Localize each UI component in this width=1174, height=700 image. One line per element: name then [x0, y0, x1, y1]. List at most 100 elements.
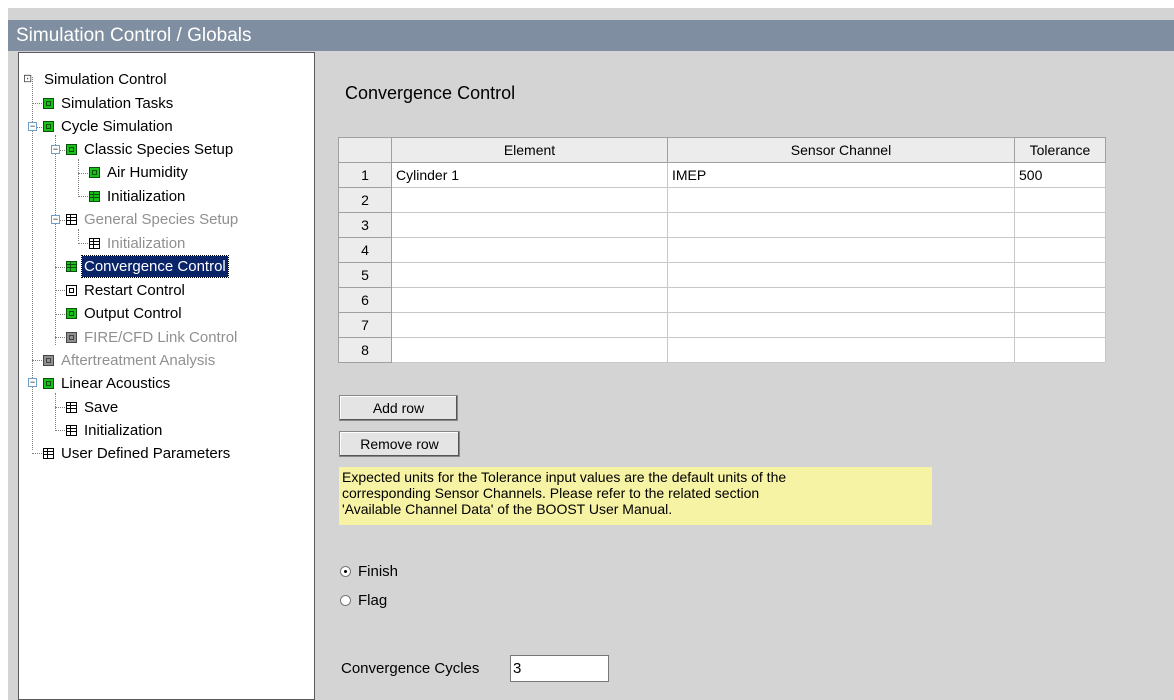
element-cell[interactable]: [391, 237, 668, 263]
tree-item-general-species-setup[interactable]: General Species Setup: [66, 209, 240, 230]
table-row[interactable]: 8: [338, 337, 1106, 363]
element-cell[interactable]: [391, 262, 668, 288]
table-row[interactable]: 1 Cylinder 1 IMEP 500: [338, 162, 1106, 188]
tree-item-cycle-simulation[interactable]: Cycle Simulation: [43, 116, 175, 137]
element-cell[interactable]: [391, 312, 668, 338]
row-number-header: [338, 137, 392, 163]
table-row[interactable]: 5: [338, 262, 1106, 288]
simulation-control-window: Simulation Control / Globals − − − − ⊡ S…: [8, 8, 1174, 700]
sensor-channel-cell[interactable]: [667, 312, 1015, 338]
tree-item-convergence-control[interactable]: Convergence Control: [66, 255, 229, 278]
element-cell[interactable]: [391, 287, 668, 313]
table-row[interactable]: 6: [338, 287, 1106, 313]
tree-item-fire-cfd-link-control[interactable]: FIRE/CFD Link Control: [66, 327, 239, 348]
expand-toggle-icon[interactable]: −: [51, 215, 60, 224]
tree-item-initialization[interactable]: Initialization: [89, 233, 187, 254]
row-number[interactable]: 4: [338, 237, 392, 263]
tree-item-save[interactable]: Save: [66, 397, 120, 418]
remove-row-button[interactable]: Remove row: [339, 431, 460, 457]
tree-item-simulation-control[interactable]: ⊡ Simulation Control: [23, 69, 169, 90]
grid-icon: [66, 214, 77, 225]
document-icon: [66, 285, 77, 296]
table-row[interactable]: 2: [338, 187, 1106, 213]
tree-item-classic-species-setup[interactable]: Classic Species Setup: [66, 139, 235, 160]
grid-icon: [66, 425, 77, 436]
tree-item-initialization[interactable]: Initialization: [66, 420, 164, 441]
row-number[interactable]: 2: [338, 187, 392, 213]
expand-toggle-icon[interactable]: −: [28, 122, 37, 131]
element-column-header[interactable]: Element: [391, 137, 668, 163]
element-cell[interactable]: [391, 337, 668, 363]
tree-item-initialization[interactable]: Initialization: [89, 186, 187, 207]
convergence-control-panel: Convergence Control Element Sensor Chann…: [315, 52, 1174, 700]
radio-finish[interactable]: Finish: [340, 563, 398, 580]
sensor-channel-column-header[interactable]: Sensor Channel: [667, 137, 1015, 163]
radio-flag[interactable]: Flag: [340, 592, 387, 609]
tolerance-cell[interactable]: [1014, 262, 1106, 288]
tolerance-units-note: Expected units for the Tolerance input v…: [339, 467, 932, 525]
tolerance-cell[interactable]: 500: [1014, 162, 1106, 188]
tolerance-column-header[interactable]: Tolerance: [1014, 137, 1106, 163]
tolerance-cell[interactable]: [1014, 312, 1106, 338]
tree-item-output-control[interactable]: Output Control: [66, 303, 184, 324]
tree-item-air-humidity[interactable]: Air Humidity: [89, 162, 190, 183]
sensor-channel-cell[interactable]: [667, 262, 1015, 288]
row-number[interactable]: 3: [338, 212, 392, 238]
row-number[interactable]: 5: [338, 262, 392, 288]
tree-connector: [78, 229, 79, 241]
table-row[interactable]: 4: [338, 237, 1106, 263]
row-number[interactable]: 6: [338, 287, 392, 313]
green-grid-icon: [66, 261, 77, 272]
tree-connector: [55, 393, 56, 429]
table-header-row: Element Sensor Channel Tolerance: [338, 137, 1106, 163]
tree-item-simulation-tasks[interactable]: Simulation Tasks: [43, 93, 175, 114]
navigation-tree: − − − − ⊡ Simulation Control Simulation …: [18, 52, 315, 700]
grid-icon: [66, 402, 77, 413]
radio-unselected-icon[interactable]: [340, 595, 351, 606]
green-node-icon: [66, 144, 77, 155]
tolerance-cell[interactable]: [1014, 337, 1106, 363]
grid-icon: [89, 238, 100, 249]
sensor-channel-cell[interactable]: IMEP: [667, 162, 1015, 188]
green-node-icon: [43, 378, 54, 389]
sensor-channel-cell[interactable]: [667, 187, 1015, 213]
tree-item-linear-acoustics[interactable]: Linear Acoustics: [43, 373, 172, 394]
window-title: Simulation Control / Globals: [8, 20, 1174, 51]
expand-toggle-icon[interactable]: −: [51, 145, 60, 154]
tree-connector: [78, 159, 79, 195]
tree-root-icon: ⊡: [23, 73, 33, 85]
sensor-channel-cell[interactable]: [667, 287, 1015, 313]
green-grid-icon: [89, 191, 100, 202]
sensor-channel-cell[interactable]: [667, 237, 1015, 263]
green-node-icon: [43, 121, 54, 132]
sensor-channel-cell[interactable]: [667, 337, 1015, 363]
tree-item-restart-control[interactable]: Restart Control: [66, 280, 187, 301]
row-number[interactable]: 1: [338, 162, 392, 188]
tree-item-user-defined-parameters[interactable]: User Defined Parameters: [43, 443, 232, 464]
tolerance-cell[interactable]: [1014, 287, 1106, 313]
expand-toggle-icon[interactable]: −: [28, 378, 37, 387]
element-cell[interactable]: [391, 212, 668, 238]
tree-item-aftertreatment-analysis[interactable]: Aftertreatment Analysis: [43, 350, 217, 371]
tolerance-cell[interactable]: [1014, 212, 1106, 238]
green-node-icon: [66, 308, 77, 319]
convergence-cycles-label: Convergence Cycles: [341, 660, 480, 677]
element-cell[interactable]: Cylinder 1: [391, 162, 668, 188]
grid-icon: [43, 448, 54, 459]
table-row[interactable]: 3: [338, 212, 1106, 238]
element-cell[interactable]: [391, 187, 668, 213]
tree-connector: [32, 77, 33, 450]
row-number[interactable]: 7: [338, 312, 392, 338]
row-number[interactable]: 8: [338, 337, 392, 363]
table-row[interactable]: 7: [338, 312, 1106, 338]
green-node-icon: [89, 167, 100, 178]
convergence-cycles-input[interactable]: [510, 655, 609, 682]
radio-selected-icon[interactable]: [340, 566, 351, 577]
tolerance-cell[interactable]: [1014, 187, 1106, 213]
convergence-table: Element Sensor Channel Tolerance 1 Cylin…: [338, 137, 1106, 363]
sensor-channel-cell[interactable]: [667, 212, 1015, 238]
tolerance-cell[interactable]: [1014, 237, 1106, 263]
gray-node-icon: [66, 332, 77, 343]
add-row-button[interactable]: Add row: [339, 395, 458, 421]
page-title: Convergence Control: [345, 83, 516, 103]
